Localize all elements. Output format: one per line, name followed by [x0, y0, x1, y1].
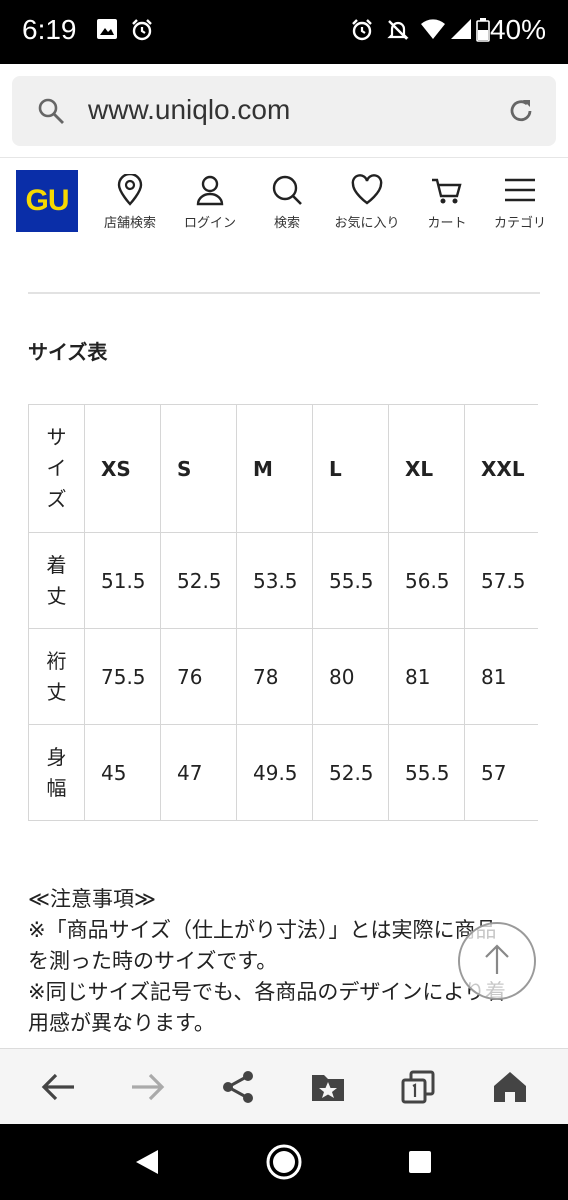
- nav-store-search[interactable]: 店舗検索: [90, 174, 170, 231]
- url-text[interactable]: www.uniqlo.com: [88, 94, 290, 126]
- table-cell: 75.5: [84, 628, 161, 725]
- table-row: 裄丈 75.5 76 78 80 81 81: [28, 628, 538, 725]
- size-header-label: サイズ: [46, 425, 67, 511]
- size-header-s: S: [160, 404, 237, 533]
- bookmark-folder-icon: [310, 1071, 346, 1107]
- table-cell: 47: [160, 724, 237, 821]
- nav-label-store-search: 店舗検索: [103, 216, 156, 231]
- nav-login[interactable]: ログイン: [170, 174, 250, 231]
- wifi-icon: [420, 18, 446, 44]
- table-cell: 81: [464, 628, 538, 725]
- table-cell: 78: [236, 628, 313, 725]
- site-header: GU 店舗検索 ログイン 検索 お気に入り カート カテゴリ: [0, 158, 568, 250]
- nav-cart[interactable]: カート: [407, 174, 487, 231]
- nav-label-cart: カート: [427, 216, 467, 231]
- table-cell: 52.5: [160, 532, 237, 629]
- table-cell: 51.5: [84, 532, 161, 629]
- share-icon: [221, 1070, 255, 1108]
- nav-home-button[interactable]: [266, 1144, 302, 1184]
- size-header-xxl: XXL: [464, 404, 538, 533]
- browser-toolbar: www.uniqlo.com: [0, 64, 568, 158]
- heart-icon: [327, 174, 407, 206]
- back-button[interactable]: [38, 1069, 78, 1109]
- row-label: 身幅: [46, 744, 67, 800]
- alarm-icon-right: [350, 18, 374, 46]
- bookmarks-button[interactable]: [308, 1069, 348, 1109]
- row-label-cell: 身幅: [28, 724, 85, 821]
- status-time: 6:19: [22, 14, 77, 45]
- nav-favorites[interactable]: お気に入り: [327, 174, 407, 231]
- row-label-cell: 裄丈: [28, 628, 85, 725]
- table-cell: 81: [388, 628, 465, 725]
- reload-icon[interactable]: [506, 96, 536, 130]
- notifications-off-icon: [386, 18, 410, 46]
- nav-recents-button[interactable]: [408, 1150, 432, 1178]
- arrow-left-icon: [40, 1071, 76, 1107]
- address-bar[interactable]: www.uniqlo.com: [12, 76, 556, 146]
- home-button[interactable]: [490, 1069, 530, 1109]
- table-cell: 45: [84, 724, 161, 821]
- search-icon: [247, 174, 327, 206]
- table-row: 着丈 51.5 52.5 53.5 55.5 56.5 57.5: [28, 532, 538, 629]
- table-cell: 55.5: [312, 532, 389, 629]
- tabs-icon: [401, 1070, 435, 1108]
- image-notification-icon: [96, 18, 118, 44]
- share-button[interactable]: [218, 1069, 258, 1109]
- size-header-row: サイズ XS S M L XL XXL: [28, 404, 538, 533]
- nav-category[interactable]: カテゴリ: [480, 174, 560, 231]
- nav-label-search: 検索: [273, 216, 300, 231]
- nav-search[interactable]: 検索: [247, 174, 327, 231]
- table-cell: 57.5: [464, 532, 538, 629]
- table-cell: 56.5: [388, 532, 465, 629]
- tabs-button[interactable]: [398, 1069, 438, 1109]
- nav-label-category: カテゴリ: [493, 216, 546, 231]
- android-nav-bar: [0, 1124, 568, 1200]
- size-header-xl: XL: [388, 404, 465, 533]
- table-row: 身幅 45 47 49.5 52.5 55.5 57: [28, 724, 538, 821]
- signal-icon: [450, 18, 472, 44]
- table-cell: 55.5: [388, 724, 465, 821]
- battery-icon: [476, 18, 490, 46]
- nav-back-button[interactable]: [134, 1148, 160, 1180]
- table-cell: 80: [312, 628, 389, 725]
- row-label-cell: 着丈: [28, 532, 85, 629]
- person-icon: [170, 174, 250, 206]
- table-cell: 52.5: [312, 724, 389, 821]
- menu-icon: [480, 174, 560, 206]
- nav-label-favorites: お気に入り: [334, 216, 400, 231]
- battery-percent: 40%: [489, 14, 546, 45]
- search-icon: [36, 96, 66, 130]
- table-cell: 53.5: [236, 532, 313, 629]
- table-cell: 57: [464, 724, 538, 821]
- row-label: 着丈: [46, 552, 67, 608]
- home-icon: [492, 1070, 528, 1108]
- size-table: サイズ XS S M L XL XXL 着丈 51.5 52.5 53.5 55…: [28, 404, 538, 821]
- cart-icon: [407, 174, 487, 206]
- alarm-icon: [130, 18, 154, 46]
- section-divider: [28, 292, 540, 294]
- row-label: 裄丈: [46, 648, 67, 704]
- table-cell: 49.5: [236, 724, 313, 821]
- size-header-xs: XS: [84, 404, 161, 533]
- size-header-l: L: [312, 404, 389, 533]
- gu-logo[interactable]: GU: [16, 170, 78, 232]
- arrow-right-icon: [130, 1071, 166, 1107]
- location-pin-icon: [90, 174, 170, 206]
- forward-button[interactable]: [128, 1069, 168, 1109]
- size-header-label-cell: サイズ: [28, 404, 85, 533]
- size-header-m: M: [236, 404, 313, 533]
- scroll-to-top-button[interactable]: [458, 922, 536, 1000]
- arrow-up-icon: [482, 942, 512, 980]
- nav-label-login: ログイン: [183, 216, 236, 231]
- notes-heading: ≪注意事項≫: [28, 887, 156, 911]
- status-bar: 6:19 40%: [0, 0, 568, 64]
- size-table-title: サイズ表: [28, 340, 108, 364]
- table-cell: 76: [160, 628, 237, 725]
- notes-line: 用感が異なります。: [28, 1011, 215, 1035]
- browser-bottom-toolbar: [0, 1048, 568, 1124]
